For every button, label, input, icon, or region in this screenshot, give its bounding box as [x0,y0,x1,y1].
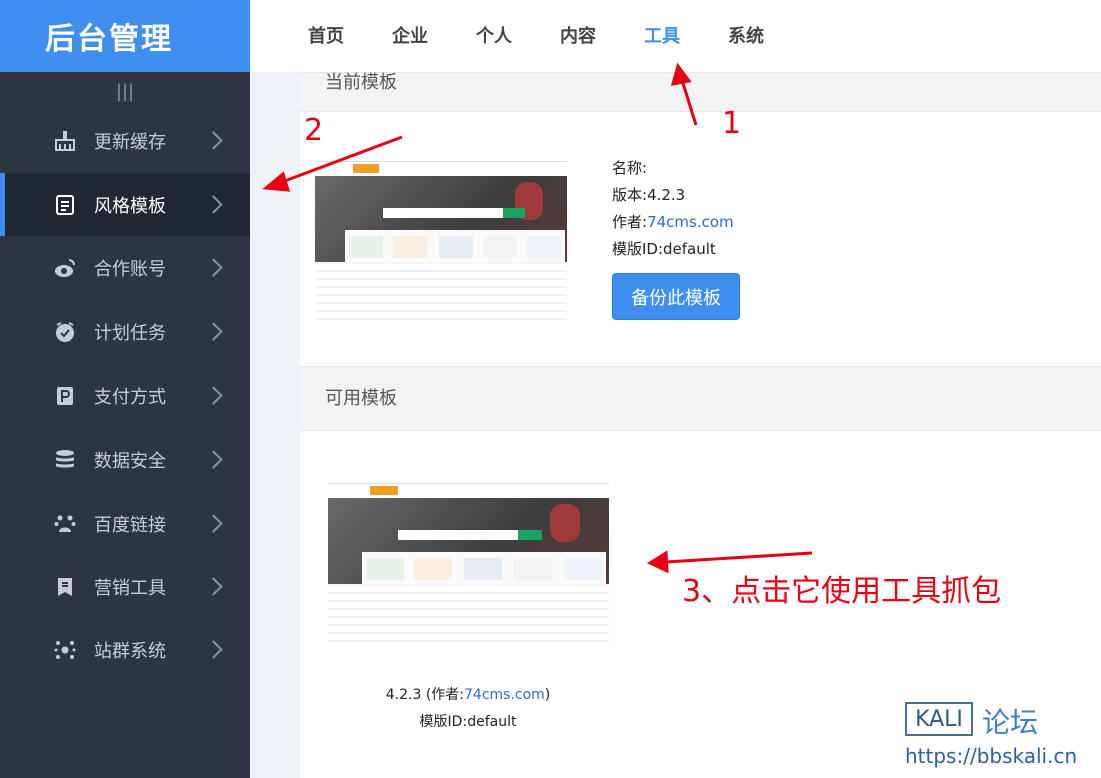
arrow-head-available-template [646,550,669,574]
annotation-arrows [262,62,813,574]
arrow-to-available-template [665,551,813,564]
annotation-label-1: 1 [722,106,742,141]
watermark-forum: 论坛 [982,706,1039,739]
arrow-to-style-template [281,135,403,184]
watermark-url: https://bbskali.cn [905,744,1078,768]
annotation-label-3: 3、点击它使用工具抓包 [682,574,1002,609]
arrow-head-style-template [262,171,291,192]
arrow-to-tools [680,79,698,126]
watermark-logo: KALI [905,702,973,736]
annotation-label-2: 2 [304,113,324,148]
arrow-head-tools [670,62,692,86]
